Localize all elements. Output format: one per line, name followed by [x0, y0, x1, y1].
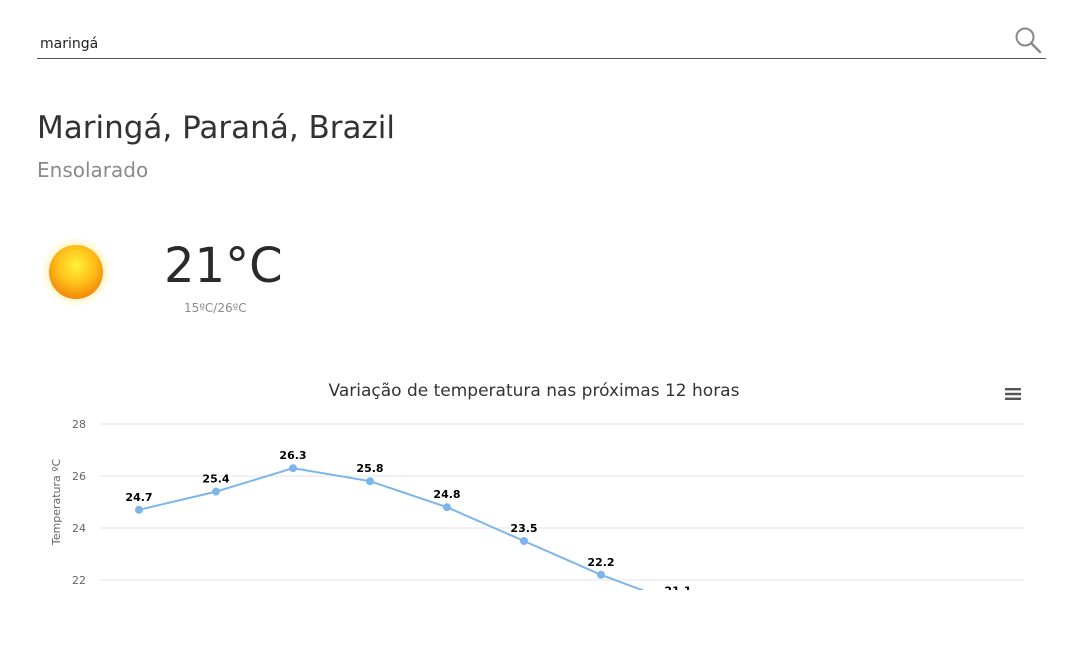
- data-point: [289, 464, 297, 473]
- data-label: 24.7: [125, 491, 152, 504]
- chart-title: Variação de temperatura nas próximas 12 …: [329, 381, 740, 401]
- data-point: [366, 477, 374, 486]
- data-label: 25.4: [202, 473, 229, 486]
- data-point: [520, 537, 528, 545]
- data-label: 22.2: [587, 556, 614, 569]
- data-label: 25.8: [356, 462, 383, 475]
- data-point: [135, 505, 143, 514]
- temperature-chart: Variação de temperatura nas próximas 12 …: [40, 362, 1040, 590]
- sun-icon: [41, 237, 111, 307]
- search-bar: [37, 26, 1046, 59]
- y-tick-label: 28: [72, 418, 86, 431]
- data-label: 23.5: [510, 522, 537, 535]
- y-axis-label: Temperatura ºC: [50, 459, 63, 547]
- hamburger-menu-icon[interactable]: [1002, 384, 1024, 404]
- data-label: 24.8: [433, 488, 460, 501]
- location-title: Maringá, Paraná, Brazil: [37, 110, 396, 146]
- data-point: [212, 487, 220, 496]
- search-icon[interactable]: [1014, 26, 1042, 54]
- y-tick-label: 22: [72, 574, 86, 587]
- y-tick-label: 24: [72, 522, 86, 535]
- current-temperature: 21°C: [164, 238, 283, 294]
- data-point: [597, 570, 605, 579]
- search-input[interactable]: [37, 32, 1000, 56]
- data-point: [443, 503, 451, 512]
- weather-condition: Ensolarado: [37, 158, 149, 182]
- chart-svg: Variação de temperatura nas próximas 12 …: [50, 381, 1024, 590]
- min-max-temperature: 15ºC/26ºC: [184, 301, 247, 315]
- data-label: 21.1: [664, 584, 691, 590]
- temperature-series-line: [138, 467, 645, 590]
- y-tick-label: 26: [72, 470, 86, 483]
- data-label: 26.3: [279, 449, 306, 462]
